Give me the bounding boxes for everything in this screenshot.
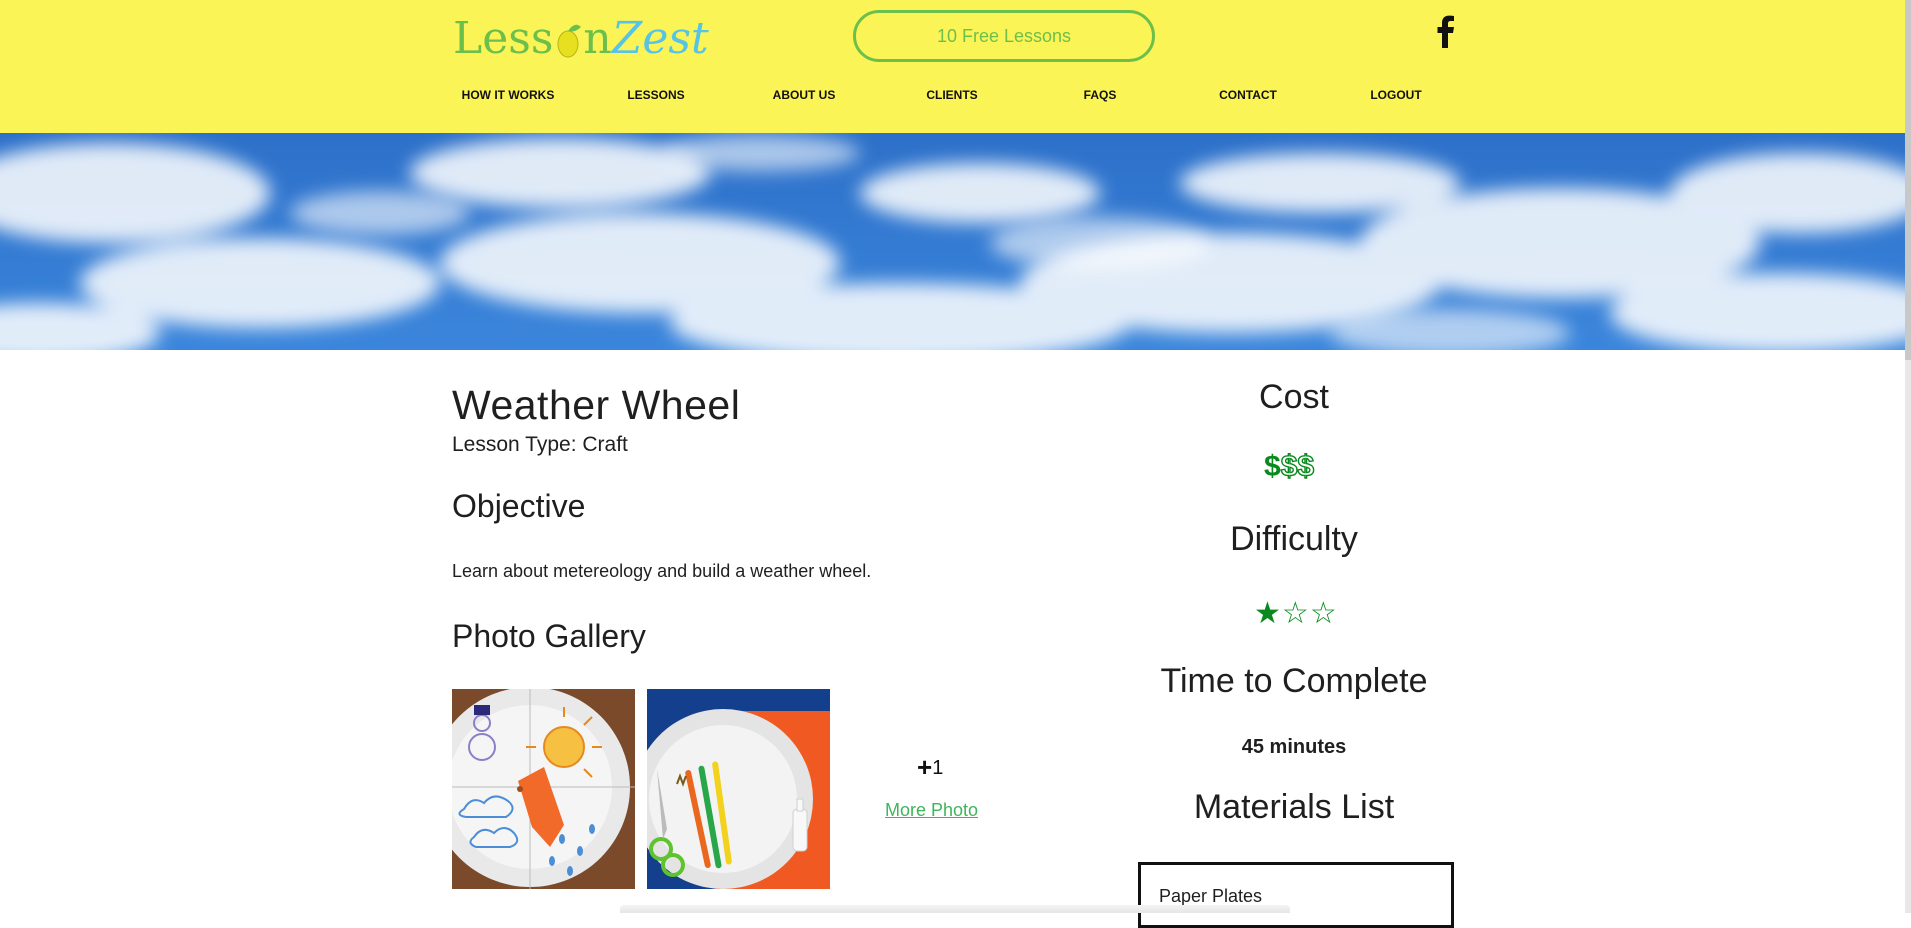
cost-rating: $$$ bbox=[1264, 449, 1315, 484]
nav-contact[interactable]: CONTACT bbox=[1219, 88, 1277, 102]
time-value: 45 minutes bbox=[1241, 736, 1347, 758]
logo-text-part3: Zest bbox=[611, 13, 709, 64]
nav-clients[interactable]: CLIENTS bbox=[926, 88, 977, 102]
nav-logout[interactable]: LOGOUT bbox=[1370, 88, 1421, 102]
sky-banner-image bbox=[0, 133, 1905, 350]
star-outline-icon: ☆ bbox=[1281, 597, 1310, 630]
gallery-photo-weather-wheel[interactable] bbox=[452, 689, 635, 889]
lemon-icon bbox=[553, 23, 583, 58]
extra-photos-number: 1 bbox=[932, 757, 944, 779]
objective-text: Learn about metereology and build a weat… bbox=[452, 561, 872, 581]
nav-lessons[interactable]: LESSONS bbox=[627, 88, 684, 102]
dollar-icon-outline: $ bbox=[1280, 449, 1298, 483]
dollar-icon-filled: $ bbox=[1264, 450, 1281, 483]
materials-heading: Materials List bbox=[1193, 788, 1395, 826]
time-heading: Time to Complete bbox=[1160, 662, 1428, 700]
dollar-icon-outline: $ bbox=[1297, 449, 1315, 483]
main-nav: HOW IT WORKS LESSONS ABOUT US CLIENTS FA… bbox=[443, 88, 1443, 106]
free-lessons-button[interactable]: 10 Free Lessons bbox=[853, 10, 1155, 62]
lesson-title: Weather Wheel bbox=[452, 382, 741, 428]
page-scrollbar[interactable] bbox=[1905, 0, 1911, 913]
cost-heading: Cost bbox=[1259, 378, 1329, 416]
more-photo-link[interactable]: More Photo bbox=[885, 800, 978, 821]
lesson-type: Lesson Type: Craft bbox=[452, 433, 628, 456]
logo-text-part2: n bbox=[583, 13, 612, 64]
extra-photos-count: +1 bbox=[917, 752, 943, 783]
star-filled-icon: ★ bbox=[1254, 597, 1282, 630]
logo-text-part1: Less bbox=[453, 13, 554, 64]
gallery-photo-materials[interactable] bbox=[647, 689, 830, 889]
plus-icon: + bbox=[917, 752, 933, 782]
nav-faqs[interactable]: FAQS bbox=[1084, 88, 1117, 102]
materials-list-item: Paper Plates bbox=[1159, 886, 1263, 906]
difficulty-rating: ★☆☆ bbox=[1254, 596, 1338, 631]
nav-how-it-works[interactable]: HOW IT WORKS bbox=[462, 88, 555, 102]
facebook-icon[interactable] bbox=[1431, 14, 1461, 50]
difficulty-heading: Difficulty bbox=[1230, 520, 1358, 558]
gallery-heading: Photo Gallery bbox=[452, 618, 646, 654]
site-header: Less nZest 10 Free Lessons HOW IT WORKS L… bbox=[0, 0, 1905, 133]
scrollbar-thumb[interactable] bbox=[1905, 0, 1911, 360]
materials-list: Paper Plates bbox=[1138, 862, 1454, 928]
objective-heading: Objective bbox=[452, 488, 586, 524]
lessonzest-logo[interactable]: Less nZest bbox=[453, 14, 709, 64]
bottom-overlay-edge bbox=[620, 905, 1290, 913]
nav-about-us[interactable]: ABOUT US bbox=[773, 88, 836, 102]
star-outline-icon: ☆ bbox=[1309, 597, 1338, 630]
